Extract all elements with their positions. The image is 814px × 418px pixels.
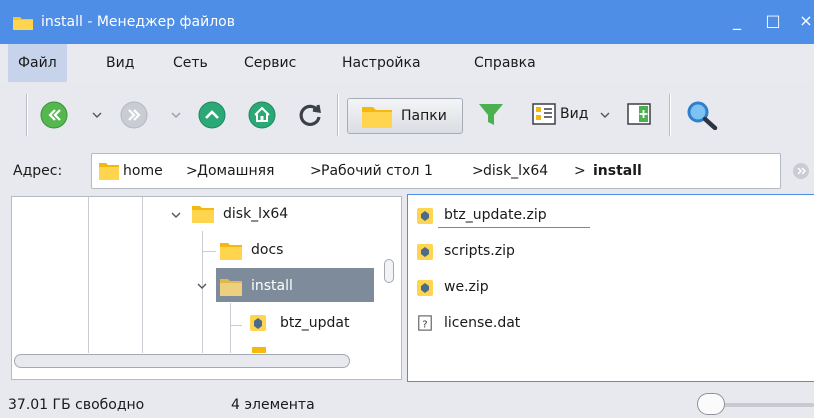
zoom-slider-knob[interactable] [697,393,725,415]
focus-underline [438,227,590,228]
folder-tree-panel[interactable]: disk_lx64 docs install btz_updat [11,196,402,380]
zip-archive-icon [250,315,266,331]
toolbar-separator [669,94,671,136]
search-icon[interactable] [686,100,718,130]
split-view-icon[interactable] [627,103,651,125]
menu-settings[interactable]: Настройка [332,44,431,82]
free-space-text: 37.01 ГБ свободно [8,397,145,413]
zip-archive-icon [417,244,433,260]
tree-item-btz-update[interactable]: btz_updat [280,315,349,331]
folder-icon [252,347,266,353]
tree-item-docs[interactable]: docs [251,242,283,258]
address-bar[interactable]: home > Домашняя > Рабочий стол 1 > disk_… [91,153,781,189]
folder-icon [362,107,392,128]
close-button[interactable]: × [795,10,814,32]
tree-guide-line [230,325,242,326]
back-icon[interactable] [40,101,68,129]
folder-icon [220,243,242,260]
address-label: Адрес: [13,163,63,179]
folders-label: Папки [401,108,447,124]
tree-horizontal-scrollbar[interactable] [14,354,350,368]
menu-help[interactable]: Справка [464,44,546,82]
crumb-install[interactable]: install [593,163,642,179]
file-list-panel[interactable]: btz_update.zip scripts.zip we.zip ? lice… [407,194,814,382]
crumb-home[interactable]: home [123,163,163,179]
file-item-license-dat[interactable]: license.dat [444,315,520,331]
expand-chevron-icon[interactable] [196,280,208,292]
menu-network[interactable]: Сеть [163,44,218,82]
tree-vertical-scroll-thumb[interactable] [384,259,394,283]
forward-icon[interactable] [120,101,148,129]
folder-icon [192,206,214,223]
view-label[interactable]: Вид [560,106,588,122]
view-icon[interactable] [532,103,556,125]
folder-icon [99,163,119,180]
status-bar: 37.01 ГБ свободно 4 элемента [0,388,814,418]
expand-chevron-icon[interactable] [170,209,182,221]
tree-guide-line [142,197,143,353]
toolbar-grip[interactable] [26,94,28,136]
menu-file[interactable]: Файл [8,44,67,82]
menu-bar: Файл Вид Сеть Сервис Настройка Справка [0,44,814,82]
crumb-desktop[interactable]: Рабочий стол 1 [321,163,433,179]
crumb-separator: > [186,163,198,179]
svg-text:?: ? [422,319,427,330]
tree-item-disk-lx64[interactable]: disk_lx64 [223,206,288,222]
unknown-file-icon: ? [418,315,432,331]
tree-guide-line [202,231,203,353]
forward-history-chevron-icon[interactable] [170,109,182,121]
folder-icon [13,17,33,30]
tree-guide-line [230,303,231,353]
file-item-btz-update-zip[interactable]: btz_update.zip [444,207,547,223]
zip-archive-icon [417,280,433,296]
file-item-we-zip[interactable]: we.zip [444,279,489,295]
minimize-button[interactable]: _ [726,10,748,32]
zoom-slider-track[interactable] [710,403,814,407]
crumb-domashnyaya[interactable]: Домашняя [197,163,274,179]
toolbar-separator [337,94,339,136]
toolbar: Папки Вид [0,82,814,148]
item-count-text: 4 элемента [231,397,315,413]
go-icon[interactable] [792,162,810,180]
window-title: install - Менеджер файлов [41,14,235,30]
tree-guide-line [202,251,216,252]
refresh-icon[interactable] [296,101,324,129]
title-bar[interactable]: install - Менеджер файлов _ □ × [0,0,814,44]
home-icon[interactable] [248,101,276,129]
back-history-chevron-icon[interactable] [91,109,103,121]
crumb-separator: > [472,163,484,179]
crumb-separator: > [574,163,586,179]
tree-guide-line [88,197,89,353]
up-icon[interactable] [198,101,226,129]
crumb-disk-lx64[interactable]: disk_lx64 [483,163,548,179]
crumb-separator: > [310,163,322,179]
menu-service[interactable]: Сервис [234,44,306,82]
tree-item-install[interactable]: install [251,278,293,294]
maximize-button[interactable]: □ [762,10,784,32]
view-chevron-icon[interactable] [599,109,611,121]
menu-view[interactable]: Вид [96,44,144,82]
filter-icon[interactable] [478,102,504,128]
folder-icon [220,279,242,296]
zip-archive-icon [417,208,433,224]
folders-toggle-button[interactable]: Папки [347,98,463,134]
file-item-scripts-zip[interactable]: scripts.zip [444,243,515,259]
